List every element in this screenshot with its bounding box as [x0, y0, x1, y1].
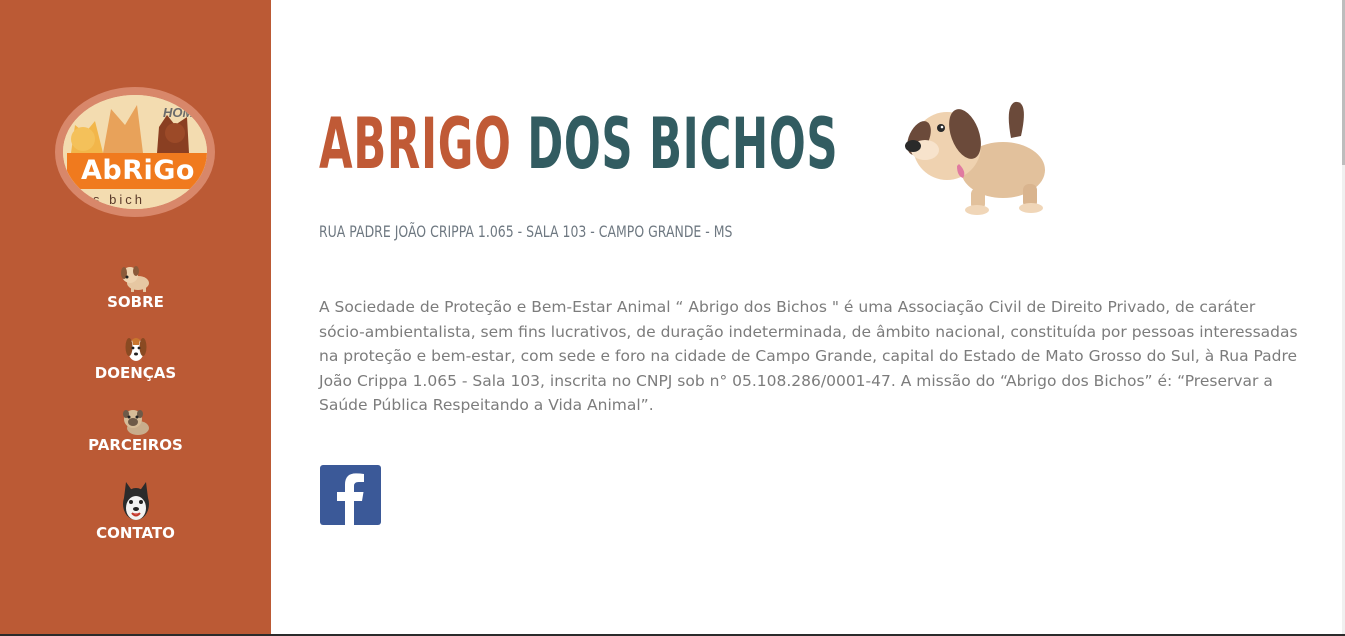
description-paragraph: A Sociedade de Proteção e Bem-Estar Anim… [319, 298, 1298, 414]
nav-item-sobre[interactable]: SOBRE [0, 263, 271, 311]
dog-mascot-icon [905, 101, 1045, 215]
nav-item-contato[interactable]: CONTATO [0, 480, 271, 542]
site-logo[interactable]: HOM AbRiGo s bich [55, 87, 215, 217]
logo-subtext: s bich [93, 192, 145, 207]
pug-icon [122, 410, 149, 435]
logo-home-text: HOM [163, 105, 194, 120]
nav-label-doencas: DOENÇAS [94, 364, 177, 382]
address-text: RUA PADRE JOÃO CRIPPA 1.065 - SALA 103 -… [319, 222, 733, 241]
beagle-icon [125, 338, 146, 361]
nav-label-parceiros: PARCEIROS [88, 436, 183, 454]
nav-item-doencas[interactable]: DOENÇAS [0, 334, 271, 382]
title-part-dos-bichos: DOS BICHOS [527, 103, 839, 185]
page-title: ABRIGO DOS BICHOS [319, 99, 838, 199]
title-part-abrigo: ABRIGO [319, 103, 512, 185]
puppy-icon [120, 266, 149, 292]
husky-icon [122, 482, 149, 520]
sidebar: HOM AbRiGo s bich SOBRE DOENÇAS PARCEIRO… [0, 0, 271, 636]
nav-label-contato: CONTATO [96, 524, 175, 542]
nav-item-parceiros[interactable]: PARCEIROS [0, 406, 271, 454]
logo-wordmark: AbRiGo [81, 155, 195, 186]
facebook-link[interactable] [320, 465, 381, 525]
facebook-icon [337, 473, 364, 525]
nav-label-sobre: SOBRE [107, 293, 164, 311]
